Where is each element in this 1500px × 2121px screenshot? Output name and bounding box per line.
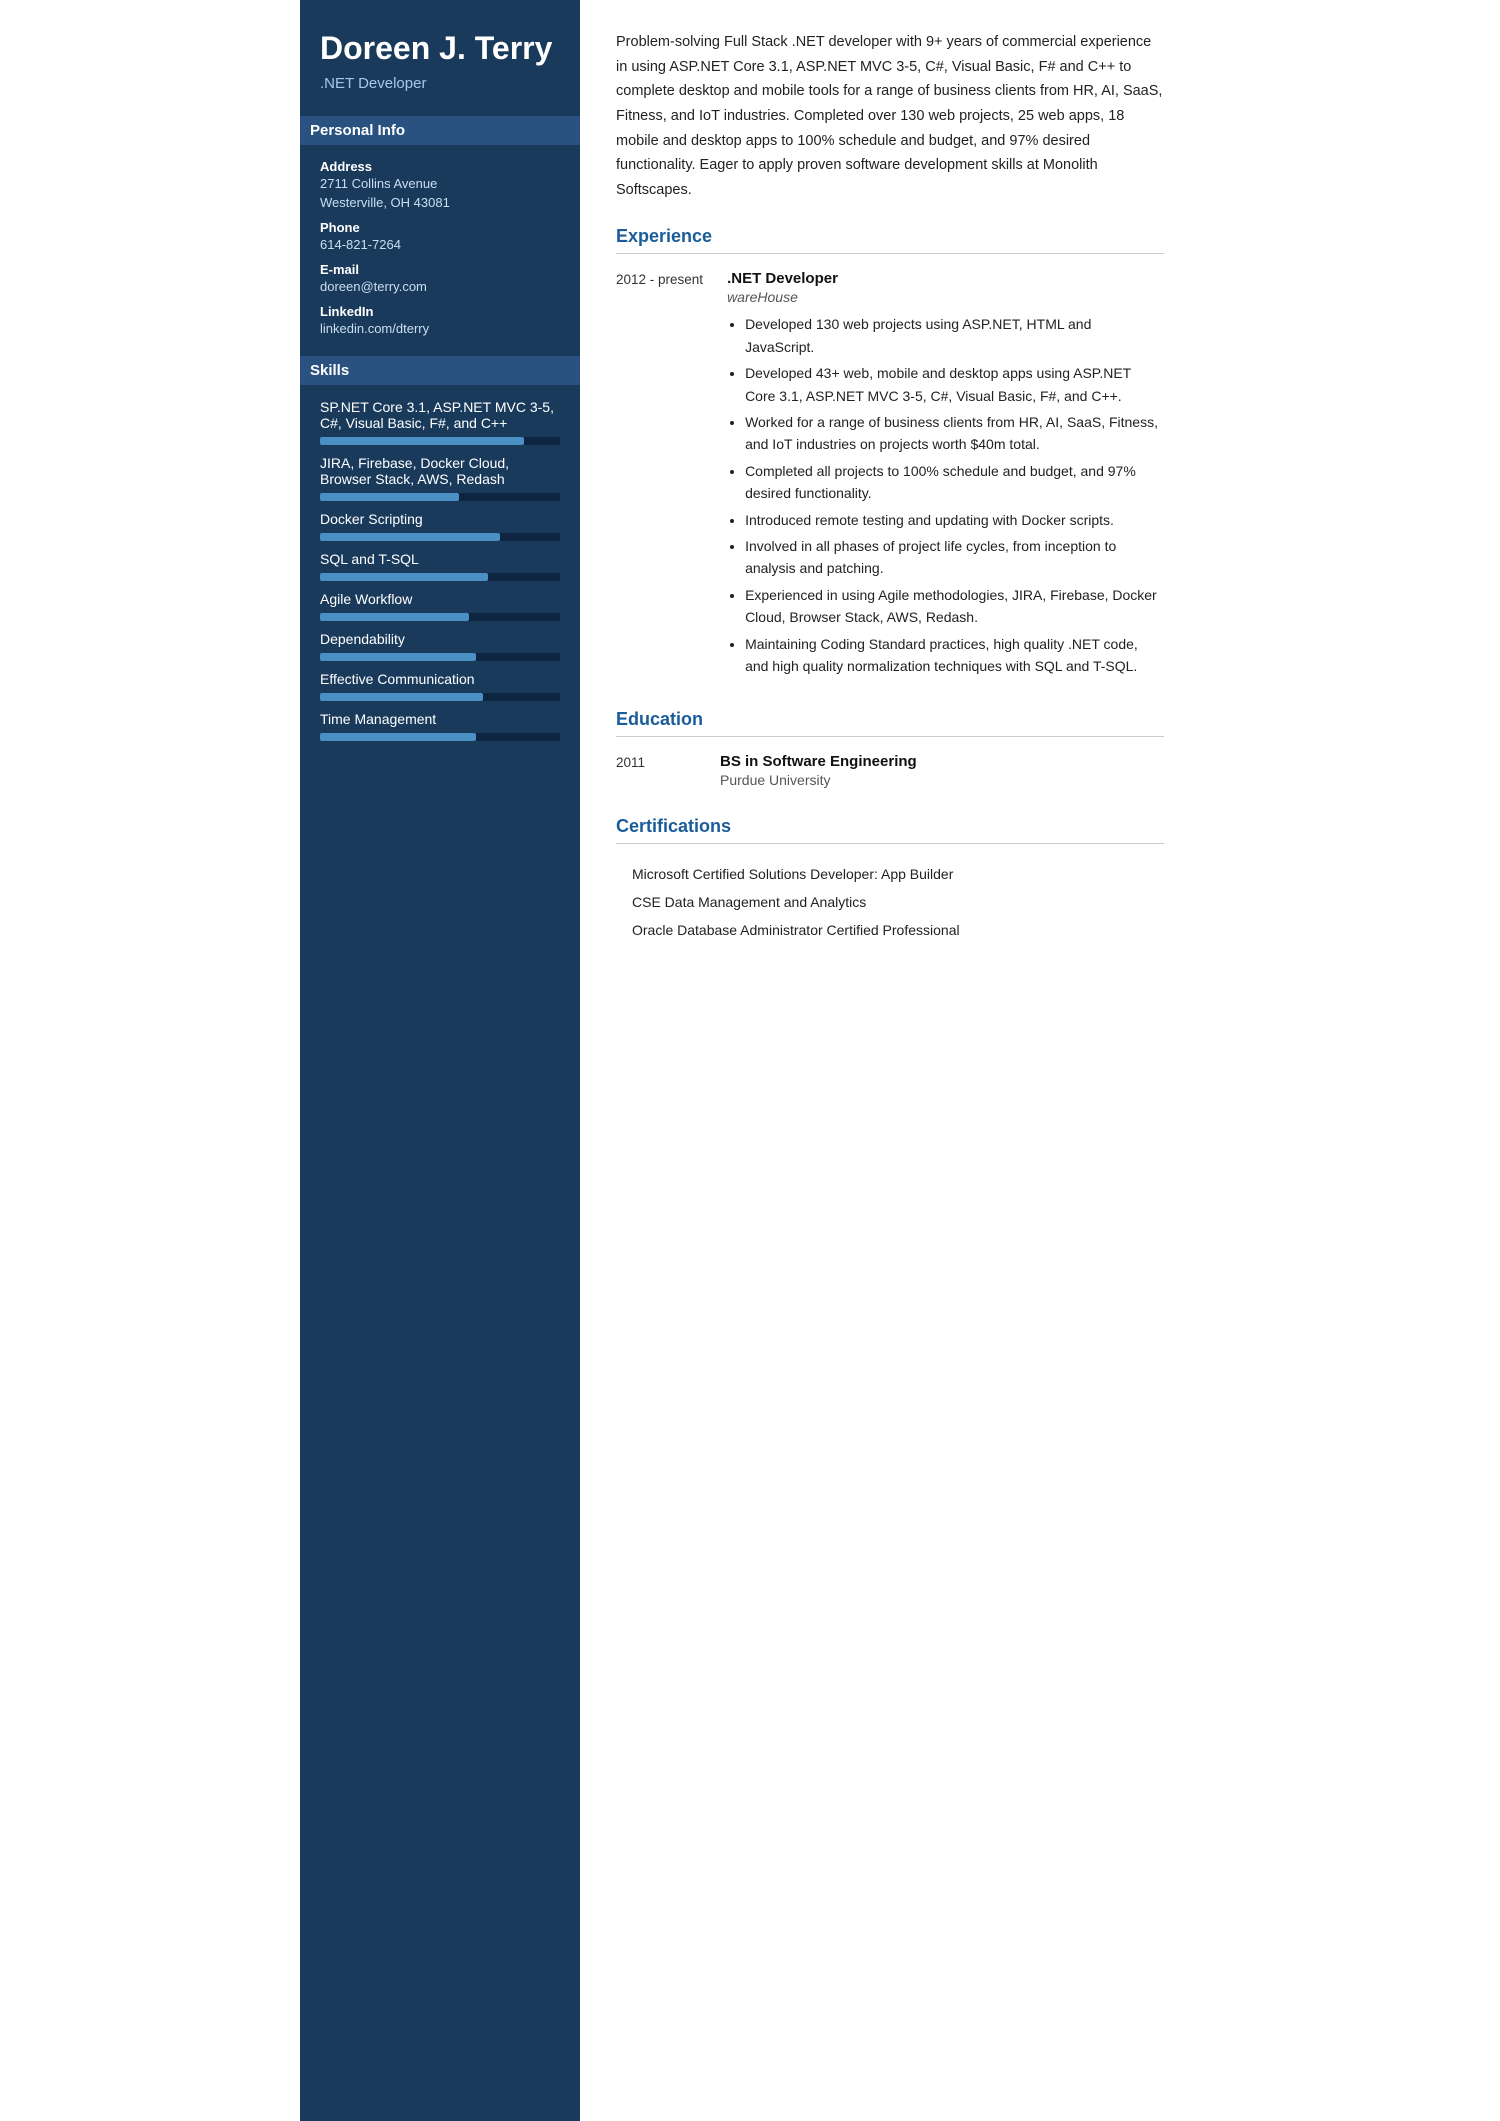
skill-bar-background: [320, 437, 560, 445]
address-line1: 2711 Collins Avenue: [320, 176, 560, 191]
skill-bar-background: [320, 573, 560, 581]
phone-label: Phone: [320, 220, 560, 235]
education-list: 2011 BS in Software Engineering Purdue Uni…: [616, 753, 1164, 788]
experience-section: Experience 2012 - present .NET Developer w…: [616, 226, 1164, 681]
candidate-name: Doreen J. Terry: [320, 30, 560, 67]
exp-bullets: Developed 130 web projects using ASP.NET…: [727, 313, 1164, 677]
skill-bar-background: [320, 493, 560, 501]
skill-bar-background: [320, 653, 560, 661]
skill-bar-fill: [320, 653, 476, 661]
edu-details: BS in Software Engineering Purdue Univers…: [720, 753, 1164, 788]
exp-bullet-item: Worked for a range of business clients f…: [745, 411, 1164, 456]
email-label: E-mail: [320, 262, 560, 277]
skill-name: JIRA, Firebase, Docker Cloud, Browser St…: [320, 455, 560, 487]
exp-details: .NET Developer wareHouse Developed 130 web…: [727, 270, 1164, 681]
skill-bar-fill: [320, 493, 459, 501]
exp-company: wareHouse: [727, 289, 1164, 305]
address-label: Address: [320, 159, 560, 174]
resume-container: Doreen J. Terry .NET Developer Personal …: [300, 0, 1200, 2121]
skill-name: Agile Workflow: [320, 591, 560, 607]
exp-bullet-item: Experienced in using Agile methodologies…: [745, 584, 1164, 629]
edu-degree: BS in Software Engineering: [720, 753, 1164, 770]
skill-bar-background: [320, 613, 560, 621]
email-value: doreen@terry.com: [320, 279, 560, 294]
education-entry: 2011 BS in Software Engineering Purdue Uni…: [616, 753, 1164, 788]
skill-name: Time Management: [320, 711, 560, 727]
personal-info-section-title: Personal Info: [300, 116, 580, 145]
skill-bar-background: [320, 693, 560, 701]
skill-bar-fill: [320, 733, 476, 741]
exp-bullet-item: Developed 43+ web, mobile and desktop ap…: [745, 362, 1164, 407]
skill-name: Effective Communication: [320, 671, 560, 687]
education-section: Education 2011 BS in Software Engineering…: [616, 709, 1164, 788]
cert-item: Oracle Database Administrator Certified …: [616, 916, 1164, 944]
exp-date: 2012 - present: [616, 270, 703, 681]
skill-name: Docker Scripting: [320, 511, 560, 527]
exp-job-title: .NET Developer: [727, 270, 1164, 287]
experience-entry: 2012 - present .NET Developer wareHouse Dev…: [616, 270, 1164, 681]
skill-name: Dependability: [320, 631, 560, 647]
certifications-title: Certifications: [616, 816, 1164, 844]
experience-list: 2012 - present .NET Developer wareHouse Dev…: [616, 270, 1164, 681]
edu-school: Purdue University: [720, 772, 1164, 788]
skill-bar-background: [320, 533, 560, 541]
edu-date: 2011: [616, 753, 696, 788]
exp-bullet-item: Maintaining Coding Standard practices, h…: [745, 633, 1164, 678]
certifications-list: Microsoft Certified Solutions Developer:…: [616, 860, 1164, 944]
certifications-section: Certifications Microsoft Certified Solut…: [616, 816, 1164, 944]
candidate-title: .NET Developer: [320, 75, 560, 92]
skills-list: SP.NET Core 3.1, ASP.NET MVC 3-5, C#, Vi…: [320, 399, 560, 741]
exp-bullet-item: Involved in all phases of project life c…: [745, 535, 1164, 580]
linkedin-label: LinkedIn: [320, 304, 560, 319]
cert-item: CSE Data Management and Analytics: [616, 888, 1164, 916]
skill-bar-fill: [320, 533, 500, 541]
skill-name: SP.NET Core 3.1, ASP.NET MVC 3-5, C#, Vi…: [320, 399, 560, 431]
main-content: Problem-solving Full Stack .NET develope…: [580, 0, 1200, 2121]
sidebar: Doreen J. Terry .NET Developer Personal …: [300, 0, 580, 2121]
exp-bullet-item: Completed all projects to 100% schedule …: [745, 460, 1164, 505]
skills-section-title: Skills: [300, 356, 580, 385]
experience-title: Experience: [616, 226, 1164, 254]
exp-bullet-item: Developed 130 web projects using ASP.NET…: [745, 313, 1164, 358]
skill-bar-background: [320, 733, 560, 741]
linkedin-value: linkedin.com/dterry: [320, 321, 560, 336]
address-line2: Westerville, OH 43081: [320, 195, 560, 210]
skill-bar-fill: [320, 693, 483, 701]
phone-value: 614-821-7264: [320, 237, 560, 252]
cert-item: Microsoft Certified Solutions Developer:…: [616, 860, 1164, 888]
skill-bar-fill: [320, 573, 488, 581]
exp-bullet-item: Introduced remote testing and updating w…: [745, 509, 1164, 531]
skill-bar-fill: [320, 437, 524, 445]
skill-name: SQL and T-SQL: [320, 551, 560, 567]
summary-text: Problem-solving Full Stack .NET develope…: [616, 30, 1164, 202]
education-title: Education: [616, 709, 1164, 737]
skill-bar-fill: [320, 613, 469, 621]
